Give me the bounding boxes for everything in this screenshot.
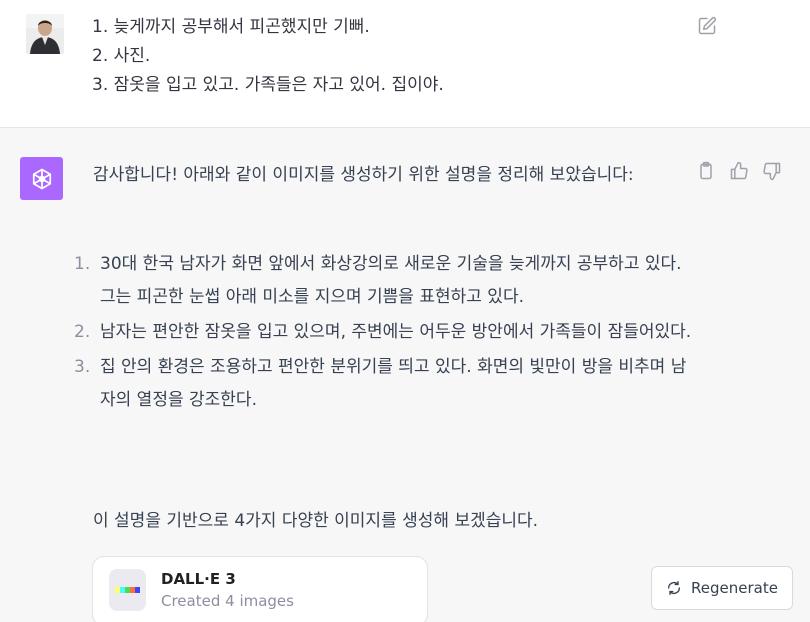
list-number: 1. [74, 254, 91, 274]
assistant-outro-text: 이 설명을 기반으로 4가지 다양한 이미지를 생성해 보겠습니다. [93, 511, 539, 531]
regenerate-button[interactable]: Regenerate [651, 566, 793, 610]
refresh-icon [668, 581, 681, 595]
user-message-text: 1. 늦게까지 공부해서 피곤했지만 기뻐. 2. 사진. 3. 잠옷을 입고 … [92, 13, 444, 100]
list-number: 2. [74, 322, 91, 342]
dalle-card-title: DALL·E 3 [161, 570, 236, 588]
user-line-2: 2. 사진. [92, 46, 151, 66]
message-actions [696, 161, 784, 183]
pencil-square-icon [698, 16, 717, 35]
user-line-3: 3. 잠옷을 입고 있고. 가족들은 자고 있어. 집이야. [92, 75, 444, 95]
dalle-logo-icon [109, 569, 146, 611]
thumbs-down-button[interactable] [762, 161, 784, 183]
assistant-message: 감사합니다! 아래와 같이 이미지를 생성하기 위한 설명을 정리해 보았습니다… [0, 128, 810, 622]
list-item-text: 30대 한국 남자가 화면 앞에서 화상강의로 새로운 기술을 늦게까지 공부하… [100, 254, 682, 307]
list-item: 1. 30대 한국 남자가 화면 앞에서 화상강의로 새로운 기술을 늦게까지 … [74, 248, 694, 314]
list-item: 2. 남자는 편안한 잠옷을 입고 있으며, 주변에는 어두운 방안에서 가족들… [74, 316, 694, 349]
openai-logo-icon [32, 168, 51, 189]
copy-icon [700, 161, 712, 180]
assistant-intro-text: 감사합니다! 아래와 같이 이미지를 생성하기 위한 설명을 정리해 보았습니다… [93, 165, 634, 185]
list-item-text: 남자는 편안한 잠옷을 입고 있으며, 주변에는 어두운 방안에서 가족들이 잠… [100, 322, 692, 342]
list-item: 3. 집 안의 환경은 조용하고 편안한 분위기를 띄고 있다. 화면의 빛만이… [74, 351, 694, 417]
dalle-card-subtitle: Created 4 images [161, 592, 294, 610]
thumbs-up-icon [730, 161, 748, 180]
description-steps: 1. 30대 한국 남자가 화면 앞에서 화상강의로 새로운 기술을 늦게까지 … [74, 248, 694, 419]
thumbs-down-icon [763, 162, 781, 181]
edit-message-button[interactable] [697, 16, 719, 38]
list-item-text: 집 안의 환경은 조용하고 편안한 분위기를 띄고 있다. 화면의 빛만이 방을… [100, 357, 687, 410]
user-message: 1. 늦게까지 공부해서 피곤했지만 기뻐. 2. 사진. 3. 잠옷을 입고 … [0, 0, 810, 128]
user-line-1: 1. 늦게까지 공부해서 피곤했지만 기뻐. [92, 17, 370, 37]
user-avatar [26, 14, 64, 54]
copy-button[interactable] [696, 161, 718, 183]
list-number: 3. [74, 357, 91, 377]
thumbs-up-button[interactable] [729, 161, 751, 183]
regenerate-label: Regenerate [691, 579, 778, 597]
assistant-avatar [20, 157, 63, 200]
dalle-result-card[interactable]: DALL·E 3 Created 4 images [92, 556, 428, 622]
